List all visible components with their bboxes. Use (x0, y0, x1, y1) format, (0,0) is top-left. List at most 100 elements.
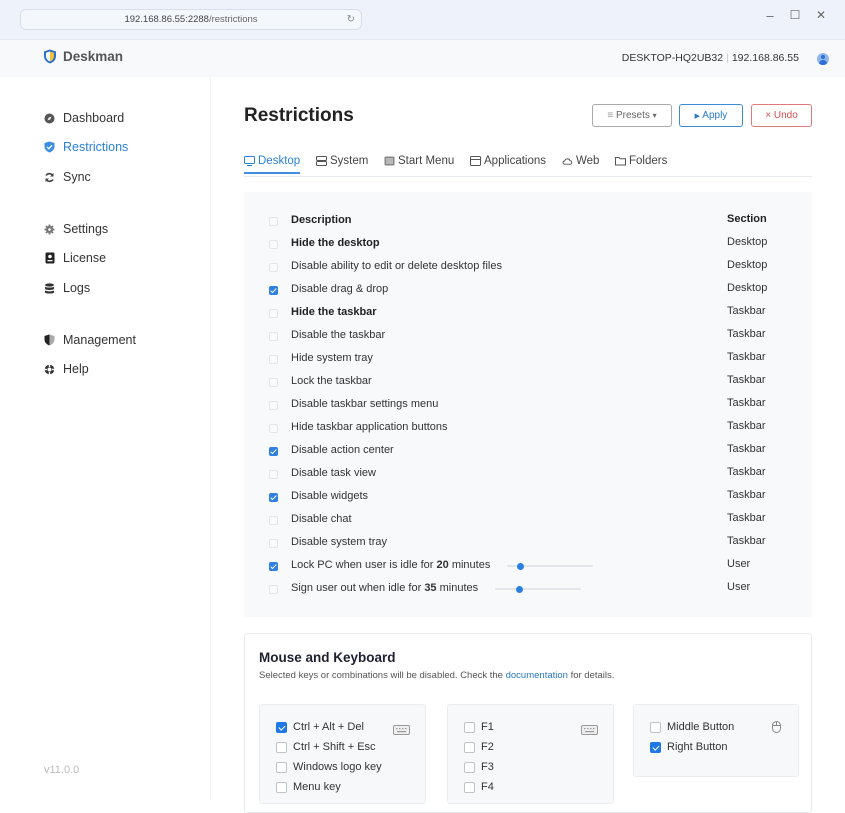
row-checkbox[interactable] (269, 286, 278, 295)
tab-system[interactable]: System (316, 155, 368, 167)
table-row[interactable]: Sign user out when idle for 35 minutes Us… (244, 580, 812, 603)
row-checkbox[interactable] (269, 585, 278, 594)
table-row[interactable]: Lock PC when user is idle for 20 minutes… (244, 557, 812, 580)
key-option[interactable]: F4 (464, 781, 494, 793)
row-checkbox[interactable] (269, 562, 278, 571)
tab-web[interactable]: Web (562, 155, 599, 167)
key-checkbox[interactable] (276, 721, 287, 733)
key-label: F2 (481, 741, 494, 753)
key-option[interactable]: Ctrl + Alt + Del (276, 721, 364, 733)
key-label: Middle Button (667, 721, 735, 733)
table-row[interactable]: Hide system tray Taskbar (244, 350, 812, 373)
row-checkbox[interactable] (269, 401, 278, 410)
key-checkbox[interactable] (650, 721, 661, 733)
row-checkbox[interactable] (269, 447, 278, 456)
row-checkbox[interactable] (269, 263, 278, 272)
key-checkbox[interactable] (464, 781, 475, 793)
key-checkbox[interactable] (464, 721, 475, 733)
presets-dropdown-button[interactable]: ≡ Presets ▾ (592, 104, 672, 127)
sidebar-item-help[interactable]: Help (44, 362, 89, 376)
sidebar: Dashboard Restrictions Sync Settings Lic… (0, 77, 211, 800)
browser-titlebar: 192.168.86.55:2288/restrictions ↻ – ☐ ✕ (0, 0, 845, 39)
row-checkbox[interactable] (269, 355, 278, 364)
row-checkbox[interactable] (269, 240, 278, 249)
row-checkbox[interactable] (269, 332, 278, 341)
key-checkbox[interactable] (276, 781, 287, 793)
table-row[interactable]: Disable taskbar settings menu Taskbar (244, 396, 812, 419)
row-checkbox[interactable] (269, 539, 278, 548)
idle-minutes-slider[interactable] (495, 585, 581, 593)
key-option[interactable]: Ctrl + Shift + Esc (276, 741, 376, 753)
sidebar-item-dashboard[interactable]: Dashboard (44, 111, 124, 125)
key-checkbox[interactable] (650, 741, 661, 753)
close-button[interactable]: ✕ (811, 8, 831, 22)
sidebar-item-license[interactable]: License (44, 251, 106, 265)
sync-icon (44, 172, 55, 183)
sidebar-item-label: Logs (63, 281, 91, 295)
key-option[interactable]: F2 (464, 741, 494, 753)
key-label: F3 (481, 761, 494, 773)
row-description: Hide taskbar application buttons (291, 421, 448, 433)
table-row[interactable]: Disable drag & drop Desktop (244, 281, 812, 304)
table-row[interactable]: Lock the taskbar Taskbar (244, 373, 812, 396)
app-header: Deskman DESKTOP-HQ2UB32 | 192.168.86.55 (0, 39, 845, 77)
sidebar-item-settings[interactable]: Settings (44, 222, 108, 236)
row-section: Taskbar (727, 305, 766, 317)
tab-start-menu[interactable]: Start Menu (384, 155, 454, 167)
slider-handle[interactable] (517, 562, 525, 570)
key-option[interactable]: F3 (464, 761, 494, 773)
apply-button[interactable]: ▶ Apply (679, 104, 743, 127)
key-checkbox[interactable] (276, 761, 287, 773)
minimize-button[interactable]: – (760, 8, 780, 23)
row-description: Hide the taskbar (291, 306, 377, 318)
key-option[interactable]: Windows logo key (276, 761, 382, 773)
monitor-icon (244, 156, 255, 166)
table-row[interactable]: Disable action center Taskbar (244, 442, 812, 465)
row-checkbox[interactable] (269, 424, 278, 433)
maximize-button[interactable]: ☐ (785, 8, 805, 22)
idle-minutes-slider[interactable] (507, 562, 593, 570)
table-header: Description Section (244, 212, 812, 235)
row-checkbox[interactable] (269, 309, 278, 318)
tab-desktop[interactable]: Desktop (244, 155, 301, 174)
table-row[interactable]: Hide the taskbar Taskbar (244, 304, 812, 327)
select-all-checkbox[interactable] (269, 217, 278, 226)
table-row[interactable]: Disable chat Taskbar (244, 511, 812, 534)
table-row[interactable]: Hide taskbar application buttons Taskbar (244, 419, 812, 442)
documentation-link[interactable]: documentation (506, 670, 568, 681)
table-row[interactable]: Disable ability to edit or delete deskto… (244, 258, 812, 281)
key-option[interactable]: F1 (464, 721, 494, 733)
undo-button[interactable]: × Undo (751, 104, 812, 127)
user-avatar-icon[interactable] (817, 53, 829, 65)
tab-folders[interactable]: Folders (615, 155, 667, 167)
address-bar[interactable]: 192.168.86.55:2288/restrictions ↻ (20, 9, 362, 30)
key-checkbox[interactable] (276, 741, 287, 753)
table-row[interactable]: Disable system tray Taskbar (244, 534, 812, 557)
brand-logo[interactable]: Deskman (43, 49, 123, 64)
sidebar-item-sync[interactable]: Sync (44, 170, 91, 184)
table-row[interactable]: Disable widgets Taskbar (244, 488, 812, 511)
tab-label: Applications (484, 155, 547, 167)
table-row[interactable]: Hide the desktop Desktop (244, 235, 812, 258)
table-row[interactable]: Disable the taskbar Taskbar (244, 327, 812, 350)
slider-handle[interactable] (515, 585, 523, 593)
table-row[interactable]: Disable task view Taskbar (244, 465, 812, 488)
key-option[interactable]: Right Button (650, 741, 728, 753)
key-option[interactable]: Middle Button (650, 721, 734, 733)
key-checkbox[interactable] (464, 761, 475, 773)
key-checkbox[interactable] (464, 741, 475, 753)
presets-label: Presets (615, 110, 650, 121)
row-checkbox[interactable] (269, 378, 278, 387)
play-icon: ▶ (694, 113, 701, 120)
row-section: Taskbar (727, 328, 766, 340)
sidebar-item-management[interactable]: Management (44, 333, 136, 347)
idle-prefix: Lock PC when user is idle for (291, 559, 434, 571)
key-option[interactable]: Menu key (276, 781, 341, 793)
sidebar-item-restrictions[interactable]: Restrictions (44, 140, 128, 154)
row-checkbox[interactable] (269, 516, 278, 525)
row-checkbox[interactable] (269, 493, 278, 502)
sidebar-item-logs[interactable]: Logs (44, 281, 90, 295)
reload-icon[interactable]: ↻ (347, 10, 355, 29)
tab-applications[interactable]: Applications (470, 155, 546, 167)
row-checkbox[interactable] (269, 470, 278, 479)
